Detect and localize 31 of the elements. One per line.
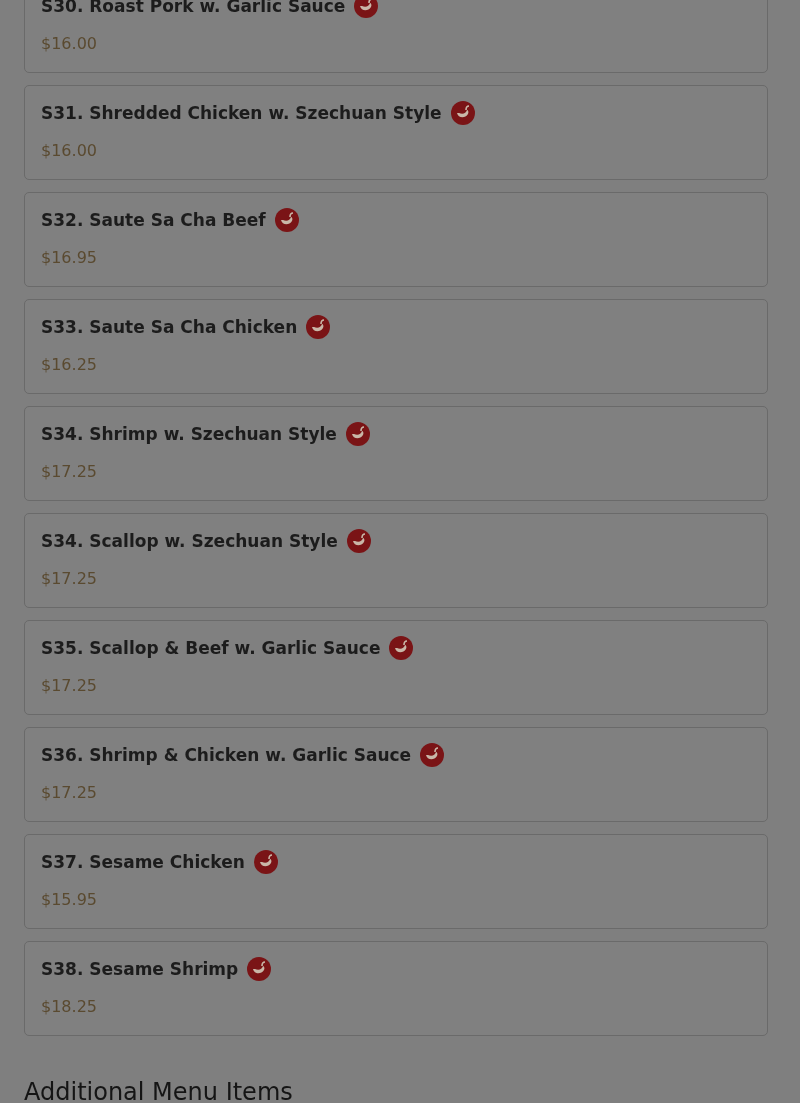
item-price: $16.00 bbox=[41, 33, 98, 55]
item-price: $16.25 bbox=[41, 354, 98, 376]
menu-item-card[interactable]: S30. Roast Pork w. Garlic Sauce $16.00 bbox=[24, 0, 768, 73]
item-price: $17.25 bbox=[41, 461, 98, 483]
menu-item-card[interactable]: S34. Shrimp w. Szechuan Style $17.25 bbox=[24, 406, 768, 501]
item-price: $17.25 bbox=[41, 675, 98, 697]
item-name: S31. Shredded Chicken w. Szechuan Style bbox=[41, 103, 442, 123]
item-price: $15.95 bbox=[41, 889, 98, 911]
item-name: S36. Shrimp & Chicken w. Garlic Sauce bbox=[41, 745, 412, 765]
item-name: S38. Sesame Shrimp bbox=[41, 959, 239, 979]
item-name: S30. Roast Pork w. Garlic Sauce bbox=[41, 0, 346, 16]
item-name: S34. Scallop w. Szechuan Style bbox=[41, 531, 338, 551]
item-price: $17.25 bbox=[41, 782, 98, 804]
menu-item-card[interactable]: S34. Scallop w. Szechuan Style $17.25 bbox=[24, 513, 768, 608]
menu-item-card[interactable]: S32. Saute Sa Cha Beef $16.95 bbox=[24, 192, 768, 287]
section-heading: Additional Menu Items bbox=[24, 1077, 294, 1103]
item-price: $16.00 bbox=[41, 140, 98, 162]
menu-item-card[interactable]: S38. Sesame Shrimp $18.25 bbox=[24, 941, 768, 1036]
menu-item-card[interactable]: S31. Shredded Chicken w. Szechuan Style $16.00 bbox=[24, 85, 768, 180]
item-price: $18.25 bbox=[41, 996, 98, 1018]
item-name: S33. Saute Sa Cha Chicken bbox=[41, 317, 298, 337]
menu-item-card[interactable]: S37. Sesame Chicken $15.95 bbox=[24, 834, 768, 929]
menu-item-card[interactable]: S33. Saute Sa Cha Chicken $16.25 bbox=[24, 299, 768, 394]
menu-item-card[interactable]: S36. Shrimp & Chicken w. Garlic Sauce $17.25 bbox=[24, 727, 768, 822]
item-name: S32. Saute Sa Cha Beef bbox=[41, 210, 266, 230]
menu-item-card[interactable]: S35. Scallop & Beef w. Garlic Sauce $17.25 bbox=[24, 620, 768, 715]
item-name: S34. Shrimp w. Szechuan Style bbox=[41, 424, 337, 444]
item-name: S35. Scallop & Beef w. Garlic Sauce bbox=[41, 638, 381, 658]
item-price: $16.95 bbox=[41, 247, 98, 269]
item-price: $17.25 bbox=[41, 568, 98, 590]
item-name: S37. Sesame Chicken bbox=[41, 852, 245, 872]
